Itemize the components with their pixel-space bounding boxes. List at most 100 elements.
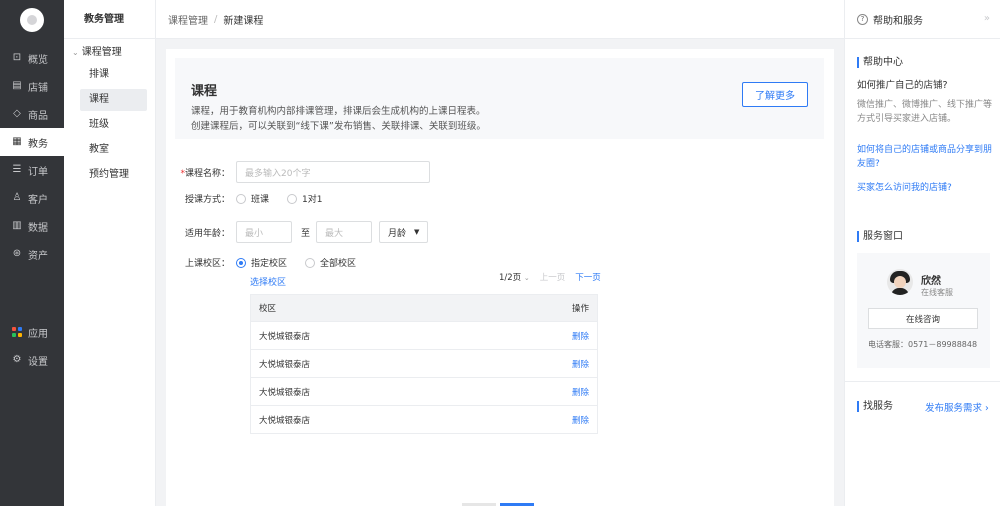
breadcrumb-parent[interactable]: 课程管理 — [168, 12, 208, 27]
nav-item-label: 资产 — [28, 250, 48, 262]
radio-icon — [305, 257, 316, 268]
age-max-input[interactable]: 最大 — [316, 221, 373, 243]
overview-icon: ⊡ — [12, 52, 22, 63]
service-window-title: 服务窗口 — [857, 231, 903, 242]
settings-icon: ⚙ — [12, 354, 22, 365]
consult-button[interactable]: 在线咨询 — [868, 308, 978, 329]
help-panel: ? 帮助和服务 » 帮助中心 如何推广自己的店铺? 微信推广、微博推广、线下推广… — [844, 0, 1000, 506]
customer-icon: ♙ — [12, 192, 22, 203]
radio-icon — [287, 193, 298, 204]
submenu-title: 教务管理 — [64, 0, 155, 39]
learn-more-button[interactable]: 了解更多 — [742, 82, 808, 107]
age-range-separator: 至 — [301, 228, 311, 239]
submenu-item[interactable]: 课程 — [80, 89, 147, 111]
apps-icon — [12, 327, 22, 337]
radio-checked-icon — [236, 257, 246, 268]
campus-cell: 大悦城银泰店 — [259, 359, 311, 370]
nav-item-label: 应用 — [28, 328, 48, 340]
chevron-down-icon: ⌄ — [72, 48, 79, 57]
nav-item[interactable]: 应用 — [0, 318, 64, 346]
nav-item-label: 商品 — [28, 110, 48, 122]
pager-next[interactable]: 下一页 — [575, 271, 601, 283]
breadcrumb: 课程管理 / 新建课程 — [156, 0, 844, 39]
nav-item[interactable]: ⊡ 概览 — [0, 44, 64, 72]
help-answer: 微信推广、微博推广、线下推广等方式引导买家进入店铺。 — [857, 100, 993, 124]
age-unit-select[interactable]: 月龄 ▼ — [379, 221, 429, 243]
nav-item[interactable]: ♙ 客户 — [0, 184, 64, 212]
breadcrumb-current: 新建课程 — [223, 15, 264, 27]
nav-item-label: 店铺 — [28, 82, 48, 94]
teaching-mode-label: 授课方式： — [184, 195, 230, 205]
nav-item-label: 数据 — [28, 222, 48, 234]
nav-item[interactable]: ⚙ 设置 — [0, 346, 64, 374]
data-icon: ▥ — [12, 220, 22, 231]
campus-table: 校区 操作 大悦城银泰店 删除 大悦城银泰店 删除 大悦城银泰店 删除 大悦城银泰店 删除 — [250, 294, 598, 434]
logo-icon[interactable] — [20, 8, 44, 32]
intro-line-2: 创建课程后，可以关联到“线下课”发布销售、关联排课、关联到班级。 — [191, 121, 486, 132]
campus-radio-specified[interactable]: 指定校区 — [236, 256, 287, 269]
submenu-group-label: 课程管理 — [81, 47, 122, 58]
submenu-item[interactable]: 排课 — [80, 64, 147, 86]
campus-cell: 大悦城银泰店 — [259, 415, 311, 426]
help-center-title: 帮助中心 — [857, 57, 903, 68]
nav-item[interactable]: ⊛ 资产 — [0, 240, 64, 268]
post-service-link[interactable]: 发布服务需求 › — [925, 400, 989, 414]
teaching-mode-row: 授课方式： 班课 1对1 — [166, 192, 340, 205]
table-pager: 1/2页 ⌄ 上一页 下一页 — [499, 271, 601, 283]
select-campus-row: 选择校区 — [250, 275, 286, 288]
question-icon: ? — [857, 13, 868, 25]
help-link-share[interactable]: 如何将自己的店铺或商品分享到朋友圈? — [857, 143, 999, 171]
submenu-group-course[interactable]: ⌄ 课程管理 — [64, 45, 155, 61]
delete-link[interactable]: 删除 — [572, 414, 589, 426]
help-panel-header: ? 帮助和服务 » — [845, 0, 1000, 39]
nav-item[interactable]: ☰ 订单 — [0, 156, 64, 184]
sub-menu: 教务管理 ⌄ 课程管理 排课课程班级教室预约管理 — [64, 0, 156, 506]
help-link-visit[interactable]: 买家怎么访问我的店铺? — [857, 181, 999, 195]
delete-link[interactable]: 删除 — [572, 386, 589, 398]
campus-radio-all[interactable]: 全部校区 — [305, 256, 356, 269]
pager-prev[interactable]: 上一页 — [540, 271, 566, 283]
chevron-down-icon: ⌄ — [523, 274, 530, 282]
table-row: 大悦城银泰店 删除 — [251, 349, 597, 377]
age-min-input[interactable]: 最小 — [236, 221, 292, 243]
pager-current[interactable]: 1/2页 ⌄ — [499, 271, 530, 283]
submenu-item[interactable]: 班级 — [80, 114, 147, 136]
col-campus: 校区 — [259, 304, 277, 314]
mode-radio-class[interactable]: 班课 — [236, 192, 269, 205]
asset-icon: ⊛ — [12, 248, 22, 259]
submenu-item[interactable]: 预约管理 — [80, 164, 147, 186]
collapse-icon[interactable]: » — [984, 13, 990, 24]
submenu-item[interactable]: 教室 — [80, 139, 147, 161]
main-nav: ⊡ 概览 ▤ 店铺 ◇ 商品 ▦ 教务 ☰ 订单 ♙ 客户 ▥ 数据 ⊛ 资产 应用 ⚙ 设置 — [0, 0, 64, 506]
table-row: 大悦城银泰店 删除 — [251, 377, 597, 405]
tag-icon: ◇ — [13, 108, 21, 119]
course-name-input[interactable]: 最多输入20个字 — [236, 161, 430, 183]
find-service-title: 找服务 — [857, 401, 893, 412]
help-question: 如何推广自己的店铺? — [857, 80, 948, 91]
nav-item[interactable]: ◇ 商品 — [0, 100, 64, 128]
avatar — [887, 269, 913, 295]
age-label: 适用年龄： — [184, 228, 230, 239]
page-title: 课程 — [191, 84, 218, 99]
nav-item-label: 客户 — [28, 194, 48, 206]
store-icon: ▤ — [12, 80, 22, 91]
nav-item[interactable]: ▦ 教务 — [0, 128, 64, 156]
radio-icon — [236, 193, 246, 204]
delete-link[interactable]: 删除 — [572, 330, 589, 342]
divider — [845, 381, 1000, 382]
nav-item[interactable]: ▤ 店铺 — [0, 72, 64, 100]
campus-row: 上课校区： 指定校区 全部校区 — [166, 256, 374, 269]
table-row: 大悦城银泰店 删除 — [251, 321, 597, 349]
mode-radio-one-on-one[interactable]: 1对1 — [287, 192, 322, 205]
nav-item-label: 教务 — [28, 138, 48, 150]
nav-item-label: 设置 — [28, 356, 48, 368]
select-campus-link[interactable]: 选择校区 — [250, 275, 286, 288]
intro-description: 课程，用于教育机构内部排课管理，排课后会生成机构的上课日程表。 创建课程后，可以… — [191, 104, 486, 134]
campus-cell: 大悦城银泰店 — [259, 387, 311, 398]
caret-down-icon: ▼ — [414, 228, 420, 236]
delete-link[interactable]: 删除 — [572, 358, 589, 370]
nav-item[interactable]: ▥ 数据 — [0, 212, 64, 240]
nav-item-label: 概览 — [28, 54, 48, 66]
agent-status: 在线客服 — [921, 288, 953, 297]
campus-cell: 大悦城银泰店 — [259, 331, 311, 342]
